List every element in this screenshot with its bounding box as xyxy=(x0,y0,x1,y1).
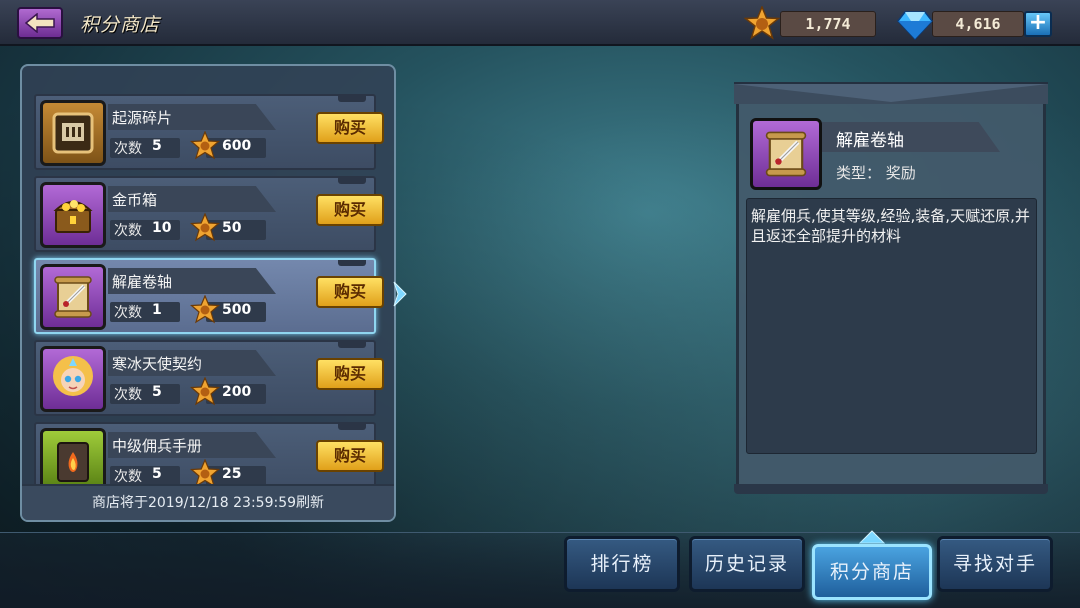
count-value: 5 xyxy=(152,466,162,482)
shop-item-list[interactable]: 起源碎片 次数 5 600 购买 金币箱 次数 10 50 购买 解雇卷轴 次数… xyxy=(22,66,394,484)
detail-panel-footer xyxy=(734,484,1048,494)
buy-button[interactable]: 购买 xyxy=(316,358,384,390)
tab-leaderboard[interactable]: 排行榜 xyxy=(564,536,680,592)
item-name: 起源碎片 xyxy=(112,109,173,127)
price-value: 200 xyxy=(222,384,252,400)
buy-button[interactable]: 购买 xyxy=(316,112,384,144)
star-price-icon xyxy=(190,295,220,324)
detail-item-type: 类型： 奖励 xyxy=(836,164,916,182)
gold-chest-icon xyxy=(40,182,106,248)
count-value: 5 xyxy=(152,384,162,400)
buy-button[interactable]: 购买 xyxy=(316,276,384,308)
diamond-gem-icon xyxy=(897,11,933,40)
buy-button[interactable]: 购买 xyxy=(316,194,384,226)
count-value: 10 xyxy=(152,220,172,236)
detail-panel-header xyxy=(734,82,1048,104)
item-notch xyxy=(338,342,366,348)
count-label: 次数 xyxy=(114,387,142,403)
item-name: 解雇卷轴 xyxy=(112,273,173,291)
active-tab-indicator-icon xyxy=(859,530,885,544)
shop-item-selected[interactable]: 解雇卷轴 次数 1 500 购买 xyxy=(34,258,384,334)
count-label: 次数 xyxy=(114,305,142,321)
star-points-icon xyxy=(744,6,780,40)
item-notch xyxy=(338,424,366,430)
price-value: 25 xyxy=(222,466,242,482)
price-value: 600 xyxy=(222,138,252,154)
item-name: 寒冰天使契约 xyxy=(112,355,203,373)
tab-points-shop[interactable]: 积分商店 xyxy=(812,544,932,600)
count-label: 次数 xyxy=(114,469,142,484)
item-name: 金币箱 xyxy=(112,191,158,209)
price-value: 500 xyxy=(222,302,252,318)
detail-description: 解雇佣兵,使其等级,经验,装备,天赋还原,并且返还全部提升的材料 xyxy=(751,207,1030,245)
gems-value: 4,616 xyxy=(955,15,1001,33)
item-notch xyxy=(338,96,366,102)
shop-item[interactable]: 寒冰天使契约 次数 5 200 购买 xyxy=(34,340,384,416)
origin-fragment-icon xyxy=(40,100,106,166)
star-price-icon xyxy=(190,131,220,160)
star-points-value: 1,774 xyxy=(805,15,851,33)
price-value: 50 xyxy=(222,220,242,236)
shop-item[interactable]: 起源碎片 次数 5 600 购买 xyxy=(34,94,384,170)
add-gems-button[interactable]: + xyxy=(1024,11,1052,37)
tab-find-opponent[interactable]: 寻找对手 xyxy=(937,536,1053,592)
refresh-notice: 商店将于2019/12/18 23:59:59刷新 xyxy=(22,484,394,520)
detail-item-name: 解雇卷轴 xyxy=(836,131,904,151)
ice-angel-portrait-icon xyxy=(40,346,106,412)
count-value: 5 xyxy=(152,138,162,154)
shop-item[interactable]: 中级佣兵手册 次数 5 25 购买 xyxy=(34,422,384,484)
dismiss-scroll-icon xyxy=(750,118,822,190)
star-price-icon xyxy=(190,213,220,242)
page-title: 积分商店 xyxy=(80,14,161,36)
dismiss-scroll-icon xyxy=(40,264,106,330)
star-price-icon xyxy=(190,459,220,484)
tab-history[interactable]: 历史记录 xyxy=(689,536,805,592)
count-label: 次数 xyxy=(114,141,142,157)
shop-panel: 起源碎片 次数 5 600 购买 金币箱 次数 10 50 购买 解雇卷轴 次数… xyxy=(20,64,396,522)
gems-counter: 4,616 xyxy=(932,11,1024,37)
top-bar: 积分商店 1,774 4,616 + xyxy=(0,0,1080,46)
selection-arrow-icon xyxy=(393,281,407,307)
star-price-icon xyxy=(190,377,220,406)
mercenary-manual-icon xyxy=(40,428,106,484)
back-button[interactable] xyxy=(17,7,63,39)
item-notch xyxy=(338,260,366,266)
shop-item[interactable]: 金币箱 次数 10 50 购买 xyxy=(34,176,384,252)
count-value: 1 xyxy=(152,302,162,318)
item-notch xyxy=(338,178,366,184)
star-points-counter: 1,774 xyxy=(780,11,876,37)
buy-button[interactable]: 购买 xyxy=(316,440,384,472)
back-arrow-icon xyxy=(25,13,55,33)
item-name: 中级佣兵手册 xyxy=(112,437,203,455)
count-label: 次数 xyxy=(114,223,142,239)
